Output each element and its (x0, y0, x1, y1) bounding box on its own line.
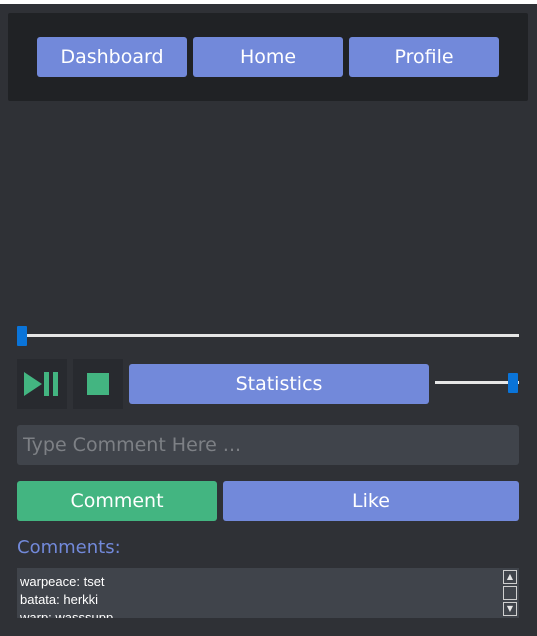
like-button[interactable]: Like (223, 481, 519, 521)
seek-slider-handle[interactable] (17, 326, 27, 346)
seek-slider-track[interactable] (17, 334, 519, 337)
volume-slider-handle[interactable] (508, 373, 518, 393)
stop-icon (87, 373, 109, 395)
window-top-edge (0, 0, 537, 4)
volume-slider-track[interactable] (435, 381, 519, 384)
statistics-button[interactable]: Statistics (129, 364, 429, 404)
play-pause-icon (24, 372, 58, 396)
video-display (8, 108, 528, 320)
scroll-down-button[interactable]: ▼ (503, 602, 517, 616)
nav-home-button[interactable]: Home (193, 37, 343, 77)
play-pause-button[interactable] (17, 359, 67, 409)
comment-input[interactable] (17, 425, 519, 465)
comments-list-box[interactable]: warpeace: tset batata: herkki warp: wass… (17, 568, 519, 618)
nav-profile-button[interactable]: Profile (349, 37, 499, 77)
comment-item: warpeace: tset (20, 574, 105, 589)
comments-heading: Comments: (17, 537, 121, 558)
nav-dashboard-button[interactable]: Dashboard (37, 37, 187, 77)
scroll-up-button[interactable]: ▲ (503, 570, 517, 584)
scroll-thumb[interactable] (503, 586, 517, 600)
stop-button[interactable] (73, 359, 123, 409)
comment-item: warp: wasssupp (20, 610, 114, 618)
comment-list: warpeace: tset batata: herkki warp: wass… (20, 573, 113, 618)
comment-item: batata: herkki (20, 592, 99, 607)
comment-button[interactable]: Comment (17, 481, 217, 521)
nav-bar: Dashboard Home Profile (8, 13, 528, 101)
comments-scrollbar[interactable]: ▲ ▼ (503, 570, 517, 618)
